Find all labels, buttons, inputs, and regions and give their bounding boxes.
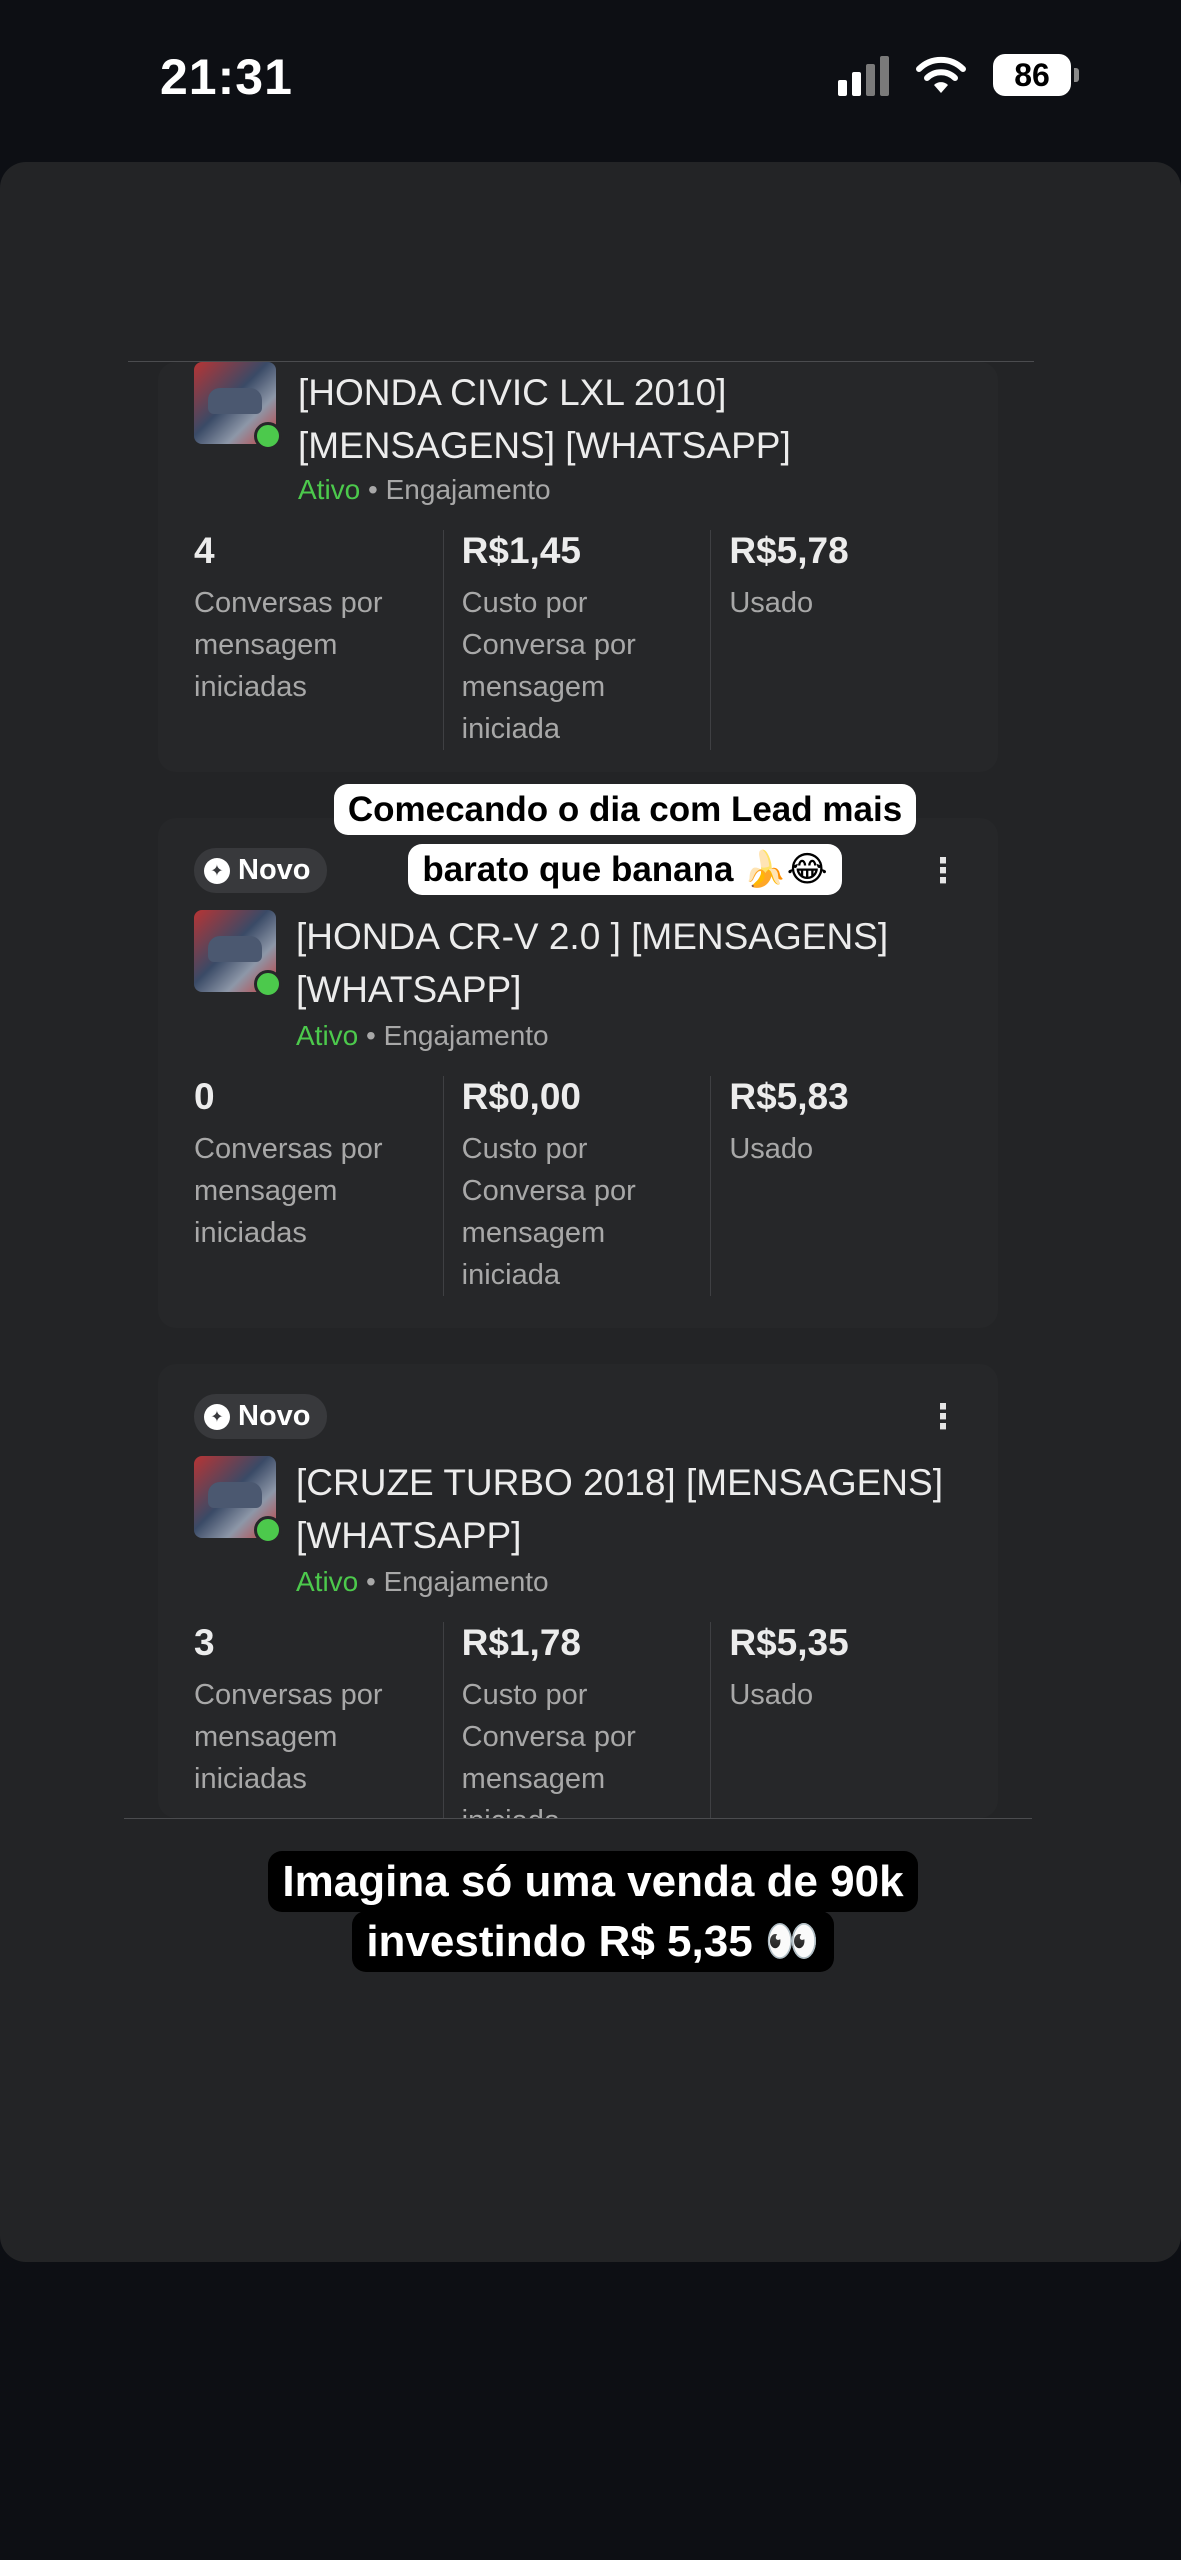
metric-cost: R$1,45 Custo por Conversa por mensagem i… (442, 530, 711, 750)
metric-label: Usado (729, 587, 814, 619)
metric-value: R$1,78 (461, 1622, 581, 1663)
category-label: Engajamento (383, 1566, 549, 1597)
caption-text: Comecando o dia com Lead mais barato que… (333, 784, 917, 895)
badge-label: Novo (238, 854, 311, 886)
metric-spent: R$5,78 Usado (710, 530, 978, 750)
more-vertical-icon[interactable]: ⋮ (926, 1400, 960, 1434)
new-badge-icon: ✦ (204, 1403, 230, 1430)
category-label: Engajamento (383, 1020, 549, 1051)
status-icons: 86 (838, 54, 1079, 96)
metrics-row: 4 Conversas por mensagem iniciadas R$1,4… (194, 530, 978, 750)
status-label: Ativo (296, 1566, 359, 1597)
campaign-meta: Ativo • Engajamento (296, 1566, 549, 1598)
status-label: Ativo (296, 1020, 359, 1051)
new-badge: ✦ Novo (194, 1394, 327, 1439)
metric-label: Usado (729, 1679, 814, 1711)
more-vertical-icon[interactable]: ⋮ (926, 854, 960, 888)
metric-value: R$5,35 (729, 1622, 849, 1663)
metric-value: R$0,00 (461, 1076, 581, 1117)
separator: • (366, 1566, 376, 1597)
metric-label: Custo por Conversa por mensagem iniciada (461, 587, 636, 745)
metric-conversations: 3 Conversas por mensagem iniciadas (194, 1622, 443, 1818)
caption-text: Imagina só uma venda de 90k investindo R… (268, 1851, 918, 1972)
status-time: 21:31 (160, 49, 293, 105)
active-status-dot (254, 970, 282, 998)
campaign-title[interactable]: [HONDA CR-V 2.0 ] [MENSAGENS] [WHATSAPP] (296, 910, 948, 1016)
metric-value: 0 (194, 1076, 215, 1117)
campaign-meta: Ativo • Engajamento (298, 474, 551, 506)
active-status-dot (254, 422, 282, 450)
campaign-card[interactable]: [HONDA CIVIC LXL 2010] [MENSAGENS] [WHAT… (158, 362, 998, 772)
campaign-meta: Ativo • Engajamento (296, 1020, 549, 1052)
metric-value: R$5,83 (729, 1076, 849, 1117)
metrics-row: 3 Conversas por mensagem iniciadas R$1,7… (194, 1622, 978, 1818)
active-status-dot (254, 1516, 282, 1544)
new-badge: ✦ Novo (194, 848, 327, 893)
metric-value: R$5,78 (729, 530, 849, 571)
campaign-thumbnail (194, 910, 282, 998)
metric-label: Conversas por mensagem iniciadas (194, 1133, 383, 1249)
campaign-thumbnail (194, 362, 282, 450)
metric-spent: R$5,35 Usado (710, 1622, 978, 1818)
metric-value: 3 (194, 1622, 215, 1663)
metric-label: Usado (729, 1133, 814, 1165)
new-badge-icon: ✦ (204, 857, 230, 884)
metric-conversations: 0 Conversas por mensagem iniciadas (194, 1076, 443, 1296)
separator: • (368, 474, 378, 505)
wifi-icon (916, 56, 966, 93)
metric-cost: R$0,00 Custo por Conversa por mensagem i… (442, 1076, 711, 1296)
campaign-thumbnail (194, 1456, 282, 1544)
story-caption-top: Comecando o dia com Lead mais barato que… (330, 780, 920, 900)
metric-label: Custo por Conversa por mensagem iniciada (461, 1133, 636, 1291)
category-label: Engajamento (385, 474, 551, 505)
campaign-card[interactable]: ✦ Novo ⋮ [CRUZE TURBO 2018] [MENSAGENS] … (158, 1364, 998, 1818)
screenshot-bottom-edge (124, 1818, 1032, 1819)
metrics-row: 0 Conversas por mensagem iniciadas R$0,0… (194, 1076, 978, 1296)
badge-label: Novo (238, 1400, 311, 1432)
metric-conversations: 4 Conversas por mensagem iniciadas (194, 530, 443, 750)
campaign-title[interactable]: [CRUZE TURBO 2018] [MENSAGENS] [WHATSAPP… (296, 1456, 948, 1562)
separator: • (366, 1020, 376, 1051)
metric-label: Custo por Conversa por mensagem iniciada (461, 1679, 636, 1818)
campaign-title[interactable]: [HONDA CIVIC LXL 2010] [MENSAGENS] [WHAT… (298, 366, 948, 472)
metric-spent: R$5,83 Usado (710, 1076, 978, 1296)
metric-label: Conversas por mensagem iniciadas (194, 1679, 383, 1795)
metric-cost: R$1,78 Custo por Conversa por mensagem i… (442, 1622, 711, 1818)
metric-value: 4 (194, 530, 215, 571)
story-caption-bottom: Imagina só uma venda de 90k investindo R… (248, 1851, 938, 1972)
signal-icon (838, 54, 889, 96)
status-label: Ativo (298, 474, 361, 505)
metric-value: R$1,45 (461, 530, 581, 571)
battery-icon: 86 (993, 54, 1079, 96)
metric-label: Conversas por mensagem iniciadas (194, 587, 383, 703)
